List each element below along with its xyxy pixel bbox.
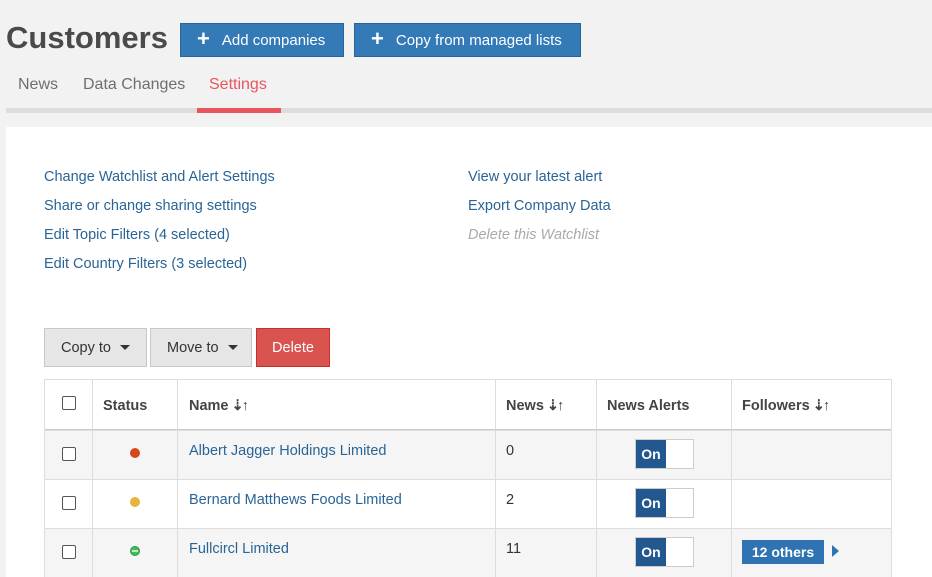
edit-country-filters-link[interactable]: Edit Country Filters (3 selected) bbox=[44, 256, 247, 272]
news-alert-toggle[interactable]: On bbox=[635, 488, 694, 518]
copy-to-label: Copy to bbox=[61, 339, 111, 356]
tab-data-changes[interactable]: Data Changes bbox=[83, 76, 185, 94]
view-latest-alert-link[interactable]: View your latest alert bbox=[468, 169, 602, 185]
row-checkbox[interactable] bbox=[62, 496, 76, 510]
company-name-link[interactable]: Albert Jagger Holdings Limited bbox=[189, 443, 386, 459]
table-row: Bernard Matthews Foods Limited 2 On bbox=[45, 479, 891, 528]
copy-to-button[interactable]: Copy to bbox=[44, 328, 147, 367]
copy-managed-label: Copy from managed lists bbox=[395, 31, 562, 49]
followers-badge[interactable]: 12 others bbox=[742, 540, 824, 564]
sort-icon: ⇣↑ bbox=[546, 398, 564, 414]
status-dot-icon bbox=[130, 497, 140, 507]
news-alerts-header: News Alerts bbox=[607, 398, 690, 414]
name-header-label: Name bbox=[189, 398, 229, 414]
news-alert-toggle[interactable]: On bbox=[635, 537, 694, 567]
name-header[interactable]: Name ⇣↑ bbox=[178, 380, 496, 429]
page-header: Customers + Add companies + Copy from ma… bbox=[0, 0, 932, 72]
companies-table: Status Name ⇣↑ News ⇣↑ News Alerts Followe… bbox=[44, 379, 892, 577]
tab-underline bbox=[6, 108, 932, 113]
tab-news[interactable]: News bbox=[18, 76, 58, 94]
status-header: Status bbox=[103, 398, 148, 414]
active-tab-indicator bbox=[197, 108, 281, 113]
tab-settings[interactable]: Settings bbox=[209, 76, 267, 94]
edit-topic-filters-link[interactable]: Edit Topic Filters (4 selected) bbox=[44, 227, 230, 243]
select-all-checkbox[interactable] bbox=[62, 396, 76, 410]
copy-from-managed-lists-button[interactable]: + Copy from managed lists bbox=[354, 23, 581, 57]
add-companies-button[interactable]: + Add companies bbox=[180, 23, 344, 57]
news-header-label: News bbox=[506, 398, 544, 414]
share-settings-link[interactable]: Share or change sharing settings bbox=[44, 198, 257, 214]
sort-icon: ⇣↑ bbox=[231, 398, 249, 414]
followers-header[interactable]: Followers ⇣↑ bbox=[732, 380, 893, 429]
row-checkbox[interactable] bbox=[62, 545, 76, 559]
followers-header-label: Followers bbox=[742, 398, 810, 414]
plus-icon: + bbox=[371, 26, 384, 51]
caret-down-icon bbox=[227, 345, 238, 350]
toggle-on-label: On bbox=[636, 538, 666, 566]
delete-button[interactable]: Delete bbox=[256, 328, 330, 367]
caret-down-icon bbox=[119, 345, 130, 350]
news-count: 11 bbox=[506, 541, 522, 557]
add-companies-label: Add companies bbox=[221, 31, 326, 49]
move-to-button[interactable]: Move to bbox=[150, 328, 252, 367]
sort-icon: ⇣↑ bbox=[812, 398, 830, 414]
page-title: Customers bbox=[6, 20, 168, 55]
tab-bar: News Data Changes Settings bbox=[0, 72, 932, 110]
news-header[interactable]: News ⇣↑ bbox=[496, 380, 597, 429]
toggle-on-label: On bbox=[636, 489, 666, 517]
table-row: Fullcircl Limited 11 On 12 others bbox=[45, 528, 891, 577]
toggle-on-label: On bbox=[636, 440, 666, 468]
move-to-label: Move to bbox=[167, 339, 219, 356]
expand-arrow-icon[interactable] bbox=[832, 545, 839, 557]
status-dot-icon bbox=[130, 448, 140, 458]
change-watchlist-settings-link[interactable]: Change Watchlist and Alert Settings bbox=[44, 169, 275, 185]
status-dot-icon bbox=[130, 546, 140, 556]
table-row: Albert Jagger Holdings Limited 0 On bbox=[45, 430, 891, 479]
row-checkbox[interactable] bbox=[62, 447, 76, 461]
export-company-data-link[interactable]: Export Company Data bbox=[468, 198, 611, 214]
company-name-link[interactable]: Fullcircl Limited bbox=[189, 541, 289, 557]
company-name-link[interactable]: Bernard Matthews Foods Limited bbox=[189, 492, 402, 508]
table-header: Status Name ⇣↑ News ⇣↑ News Alerts Followe… bbox=[45, 380, 891, 430]
plus-icon: + bbox=[197, 26, 210, 51]
settings-panel: Change Watchlist and Alert Settings Shar… bbox=[6, 127, 932, 577]
delete-watchlist-link: Delete this Watchlist bbox=[468, 227, 600, 243]
news-alert-toggle[interactable]: On bbox=[635, 439, 694, 469]
news-count: 2 bbox=[506, 492, 515, 508]
news-count: 0 bbox=[506, 443, 515, 459]
